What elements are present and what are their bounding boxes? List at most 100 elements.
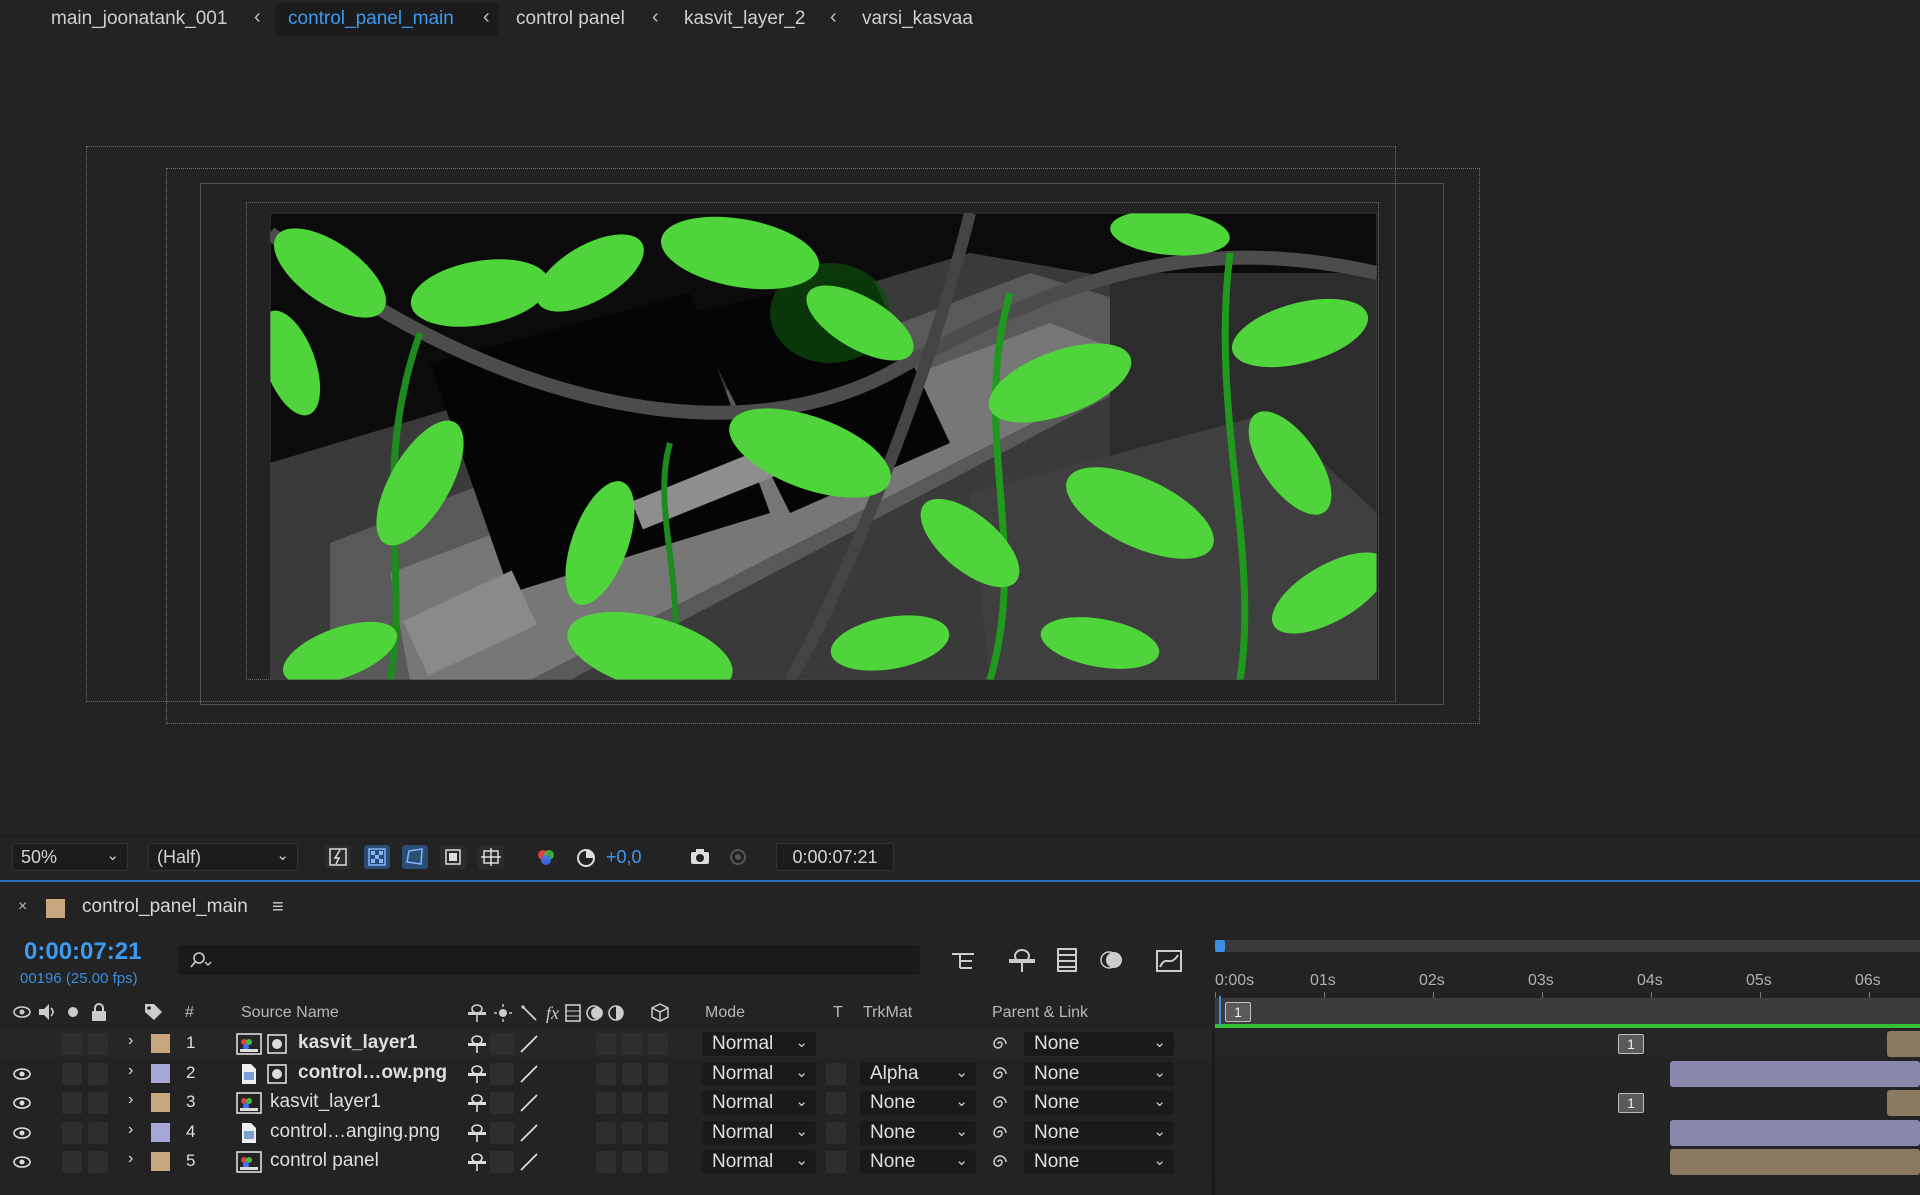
- current-time-display[interactable]: 0:00:07:21: [776, 843, 894, 871]
- panel-menu-icon[interactable]: ≡: [272, 896, 284, 919]
- lock-toggle[interactable]: [88, 1151, 108, 1173]
- layer-row[interactable]: › 4 control…anging.png Normal ⌄ None ⌄ None ⌄: [0, 1119, 1212, 1147]
- layer-row[interactable]: › 2 control…ow.png Normal ⌄ Alpha ⌄ None ⌄: [0, 1060, 1212, 1088]
- 3d-layer-switch[interactable]: [648, 1033, 668, 1055]
- motion-blur-icon[interactable]: [1098, 946, 1126, 974]
- quality-switch-icon[interactable]: [518, 1064, 540, 1084]
- layer-row[interactable]: › 1 kasvit_layer1 Normal ⌄ None ⌄: [0, 1030, 1212, 1058]
- mask-visibility-button[interactable]: [402, 845, 428, 869]
- fast-previews-button[interactable]: [325, 845, 351, 869]
- visibility-eye-icon[interactable]: [12, 1154, 32, 1170]
- pick-whip-icon[interactable]: [990, 1064, 1010, 1084]
- exposure-value[interactable]: +0,0: [606, 847, 642, 868]
- preserve-transparency-toggle[interactable]: [826, 1062, 846, 1085]
- time-ruler[interactable]: 0:00s 01s 02s 03s 04s 05s 06s 1: [1215, 940, 1920, 1028]
- timeline-current-time[interactable]: 0:00:07:21: [24, 938, 141, 966]
- preserve-transparency-toggle[interactable]: [826, 1092, 846, 1114]
- preserve-transparency-toggle[interactable]: [826, 1121, 846, 1144]
- time-navigator-bar[interactable]: [1215, 940, 1920, 952]
- layer-label-color[interactable]: [151, 1122, 170, 1142]
- quality-switch-icon[interactable]: [518, 1034, 540, 1054]
- layer-track[interactable]: 1: [1215, 1030, 1920, 1058]
- lock-toggle[interactable]: [88, 1121, 108, 1144]
- comp-mini-flowchart-icon[interactable]: [948, 948, 978, 974]
- pick-whip-icon[interactable]: [990, 1152, 1010, 1172]
- layer-duration-bar[interactable]: [1887, 1031, 1920, 1057]
- crumb-control-panel-main[interactable]: control_panel_main: [288, 8, 454, 30]
- layer-duration-bar[interactable]: [1670, 1119, 1920, 1146]
- preserve-transparency-toggle[interactable]: [826, 1151, 846, 1173]
- layer-label-color[interactable]: [151, 1034, 170, 1053]
- comp-marker[interactable]: 1: [1225, 1002, 1251, 1022]
- channel-button[interactable]: [532, 845, 558, 869]
- motion-blur-switch[interactable]: [622, 1092, 642, 1114]
- trkmat-dropdown[interactable]: None ⌄: [860, 1150, 976, 1174]
- layer-duration-bar[interactable]: [1670, 1060, 1920, 1087]
- reset-exposure-button[interactable]: [572, 845, 598, 869]
- take-snapshot-button[interactable]: [686, 845, 712, 869]
- parent-dropdown[interactable]: None ⌄: [1024, 1091, 1174, 1115]
- grid-guides-button[interactable]: [478, 845, 504, 869]
- collapse-switch[interactable]: [490, 1151, 514, 1173]
- graph-editor-icon[interactable]: [1154, 946, 1184, 974]
- layer-marker[interactable]: 1: [1618, 1034, 1644, 1054]
- solo-toggle[interactable]: [62, 1033, 82, 1055]
- visibility-eye-icon[interactable]: [12, 1125, 32, 1141]
- shy-layers-icon[interactable]: [1007, 946, 1037, 974]
- 3d-layer-switch[interactable]: [648, 1121, 668, 1144]
- collapse-switch[interactable]: [490, 1092, 514, 1114]
- resolution-dropdown[interactable]: (Half) ⌄: [148, 843, 298, 871]
- column-trkmat[interactable]: TrkMat: [863, 1004, 912, 1022]
- shy-switch-icon[interactable]: [466, 1152, 488, 1172]
- column-parent-link[interactable]: Parent & Link: [992, 1004, 1088, 1022]
- crumb-main-joonatank[interactable]: main_joonatank_001: [51, 8, 227, 30]
- frame-blend-switch[interactable]: [596, 1092, 616, 1114]
- layer-row[interactable]: › 3 kasvit_layer1 Normal ⌄ None ⌄ None ⌄: [0, 1089, 1212, 1117]
- collapse-switch[interactable]: [490, 1121, 514, 1144]
- layer-track[interactable]: 1: [1215, 1089, 1920, 1117]
- zoom-dropdown[interactable]: 50% ⌄: [12, 843, 128, 871]
- frame-blend-switch[interactable]: [596, 1062, 616, 1085]
- layer-track[interactable]: [1215, 1118, 1920, 1147]
- frame-blend-switch[interactable]: [596, 1151, 616, 1173]
- crumb-varsi-kasvaa[interactable]: varsi_kasvaa: [862, 8, 973, 30]
- pick-whip-icon[interactable]: [990, 1093, 1010, 1113]
- pick-whip-icon[interactable]: [990, 1034, 1010, 1054]
- blend-mode-dropdown[interactable]: Normal ⌄: [702, 1150, 816, 1174]
- expand-chevron-icon[interactable]: ›: [128, 1150, 133, 1168]
- layer-duration-bar[interactable]: [1670, 1149, 1920, 1175]
- column-source-name[interactable]: Source Name: [241, 1004, 339, 1022]
- expand-chevron-icon[interactable]: ›: [128, 1091, 133, 1109]
- layer-name[interactable]: kasvit_layer1: [298, 1032, 417, 1054]
- crumb-control-panel[interactable]: control panel: [516, 8, 625, 30]
- blend-mode-dropdown[interactable]: Normal ⌄: [702, 1120, 816, 1145]
- 3d-layer-switch[interactable]: [648, 1151, 668, 1173]
- frame-blend-switch[interactable]: [596, 1033, 616, 1055]
- frame-blend-switch[interactable]: [596, 1121, 616, 1144]
- column-mode[interactable]: Mode: [705, 1004, 745, 1022]
- layer-track[interactable]: [1215, 1059, 1920, 1088]
- motion-blur-switch[interactable]: [622, 1033, 642, 1055]
- expand-chevron-icon[interactable]: ›: [128, 1121, 133, 1139]
- shy-switch-icon[interactable]: [466, 1064, 488, 1084]
- timeline-tab-title[interactable]: control_panel_main: [82, 896, 248, 918]
- solo-toggle[interactable]: [62, 1092, 82, 1114]
- quality-switch-icon[interactable]: [518, 1152, 540, 1172]
- quality-switch-icon[interactable]: [518, 1123, 540, 1143]
- solo-toggle[interactable]: [62, 1121, 82, 1144]
- trkmat-dropdown[interactable]: None ⌄: [860, 1091, 976, 1115]
- region-of-interest-button[interactable]: [440, 845, 466, 869]
- solo-toggle[interactable]: [62, 1062, 82, 1085]
- motion-blur-switch[interactable]: [622, 1151, 642, 1173]
- transparency-grid-button[interactable]: [364, 845, 390, 869]
- layer-label-color[interactable]: [151, 1152, 170, 1171]
- playhead-line[interactable]: [1219, 996, 1221, 1026]
- trkmat-dropdown[interactable]: None ⌄: [860, 1120, 976, 1145]
- collapse-switch[interactable]: [490, 1033, 514, 1055]
- lock-toggle[interactable]: [88, 1033, 108, 1055]
- solo-toggle[interactable]: [62, 1151, 82, 1173]
- blend-mode-dropdown[interactable]: Normal ⌄: [702, 1091, 816, 1115]
- layer-track[interactable]: [1215, 1148, 1920, 1176]
- quality-switch-icon[interactable]: [518, 1093, 540, 1113]
- layer-name[interactable]: control…anging.png: [270, 1121, 440, 1143]
